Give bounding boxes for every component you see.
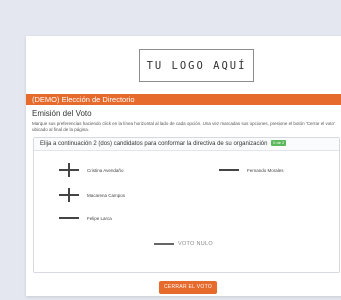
instructions-text: Marque sus preferencias haciendo click e…	[32, 121, 335, 132]
voting-card: TU LOGO AQUÍ (DEMO) Elección de Director…	[26, 36, 341, 296]
vote-mark-cross-icon[interactable]	[59, 188, 79, 202]
option-label: Cristina Avendaño	[87, 167, 124, 173]
selection-count-badge: 0 de 2	[271, 140, 287, 147]
vote-line-icon[interactable]	[219, 163, 239, 177]
section-title: Emisión del Voto	[32, 109, 92, 118]
ballot-prompt-text: Elija a continuación 2 (dos) candidatos …	[40, 141, 268, 147]
vote-line-icon[interactable]	[59, 211, 79, 225]
ballot-panel: Elija a continuación 2 (dos) candidatos …	[33, 137, 340, 273]
vote-line-icon[interactable]	[154, 243, 174, 245]
option-label: Felipe Larca	[87, 215, 112, 221]
option-felipe-larca[interactable]: Felipe Larca	[59, 211, 112, 225]
cast-vote-button[interactable]: CERRAR EL VOTO	[159, 281, 217, 294]
page-background: TU LOGO AQUÍ (DEMO) Elección de Director…	[0, 0, 341, 300]
option-cristina-avendano[interactable]: Cristina Avendaño	[59, 163, 123, 177]
option-null-vote[interactable]: VOTO NULO	[154, 241, 213, 247]
option-fernando-morales[interactable]: Fernando Morales	[219, 163, 284, 177]
vote-mark-cross-icon[interactable]	[59, 163, 79, 177]
organization-logo: TU LOGO AQUÍ	[139, 49, 254, 82]
option-label: Fernando Morales	[247, 167, 284, 173]
null-vote-label: VOTO NULO	[178, 241, 213, 247]
ballot-prompt: Elija a continuación 2 (dos) candidatos …	[34, 138, 339, 151]
option-macarena-campos[interactable]: Macarena Campos	[59, 188, 125, 202]
election-banner: (DEMO) Elección de Directorio	[26, 94, 341, 105]
option-label: Macarena Campos	[87, 192, 126, 198]
